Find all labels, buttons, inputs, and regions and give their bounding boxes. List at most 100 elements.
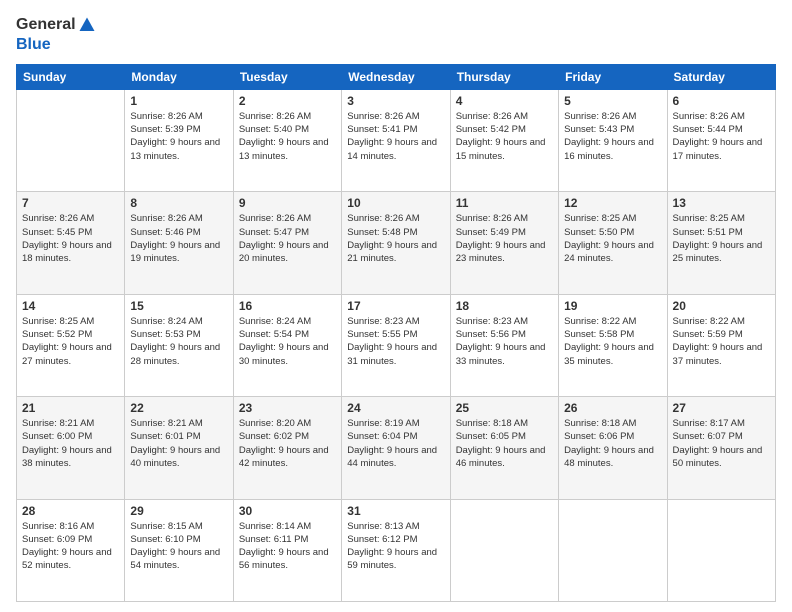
day-number: 6	[673, 94, 770, 108]
day-info: Sunrise: 8:25 AMSunset: 5:51 PMDaylight:…	[673, 212, 770, 265]
day-info: Sunrise: 8:26 AMSunset: 5:46 PMDaylight:…	[130, 212, 227, 265]
day-number: 7	[22, 196, 119, 210]
day-header-wednesday: Wednesday	[342, 64, 450, 89]
day-info: Sunrise: 8:24 AMSunset: 5:53 PMDaylight:…	[130, 315, 227, 368]
day-number: 11	[456, 196, 553, 210]
day-number: 15	[130, 299, 227, 313]
day-info: Sunrise: 8:26 AMSunset: 5:42 PMDaylight:…	[456, 110, 553, 163]
day-number: 17	[347, 299, 444, 313]
calendar-cell: 22 Sunrise: 8:21 AMSunset: 6:01 PMDaylig…	[125, 397, 233, 499]
week-row-4: 28 Sunrise: 8:16 AMSunset: 6:09 PMDaylig…	[17, 499, 776, 601]
day-number: 5	[564, 94, 661, 108]
day-info: Sunrise: 8:21 AMSunset: 6:00 PMDaylight:…	[22, 417, 119, 470]
calendar-cell	[667, 499, 775, 601]
day-number: 8	[130, 196, 227, 210]
day-number: 28	[22, 504, 119, 518]
day-info: Sunrise: 8:26 AMSunset: 5:39 PMDaylight:…	[130, 110, 227, 163]
calendar-table: SundayMondayTuesdayWednesdayThursdayFrid…	[16, 64, 776, 602]
calendar-cell: 10 Sunrise: 8:26 AMSunset: 5:48 PMDaylig…	[342, 192, 450, 294]
calendar-cell	[559, 499, 667, 601]
day-number: 12	[564, 196, 661, 210]
calendar-cell: 21 Sunrise: 8:21 AMSunset: 6:00 PMDaylig…	[17, 397, 125, 499]
calendar-cell: 14 Sunrise: 8:25 AMSunset: 5:52 PMDaylig…	[17, 294, 125, 396]
day-info: Sunrise: 8:23 AMSunset: 5:56 PMDaylight:…	[456, 315, 553, 368]
calendar-cell: 28 Sunrise: 8:16 AMSunset: 6:09 PMDaylig…	[17, 499, 125, 601]
week-row-0: 1 Sunrise: 8:26 AMSunset: 5:39 PMDayligh…	[17, 89, 776, 191]
week-row-2: 14 Sunrise: 8:25 AMSunset: 5:52 PMDaylig…	[17, 294, 776, 396]
calendar-cell: 15 Sunrise: 8:24 AMSunset: 5:53 PMDaylig…	[125, 294, 233, 396]
logo: GeneralBlue	[16, 16, 96, 54]
day-info: Sunrise: 8:22 AMSunset: 5:58 PMDaylight:…	[564, 315, 661, 368]
day-info: Sunrise: 8:26 AMSunset: 5:45 PMDaylight:…	[22, 212, 119, 265]
calendar-cell: 29 Sunrise: 8:15 AMSunset: 6:10 PMDaylig…	[125, 499, 233, 601]
day-info: Sunrise: 8:25 AMSunset: 5:52 PMDaylight:…	[22, 315, 119, 368]
day-number: 2	[239, 94, 336, 108]
calendar-cell: 27 Sunrise: 8:17 AMSunset: 6:07 PMDaylig…	[667, 397, 775, 499]
day-info: Sunrise: 8:14 AMSunset: 6:11 PMDaylight:…	[239, 520, 336, 573]
day-info: Sunrise: 8:24 AMSunset: 5:54 PMDaylight:…	[239, 315, 336, 368]
calendar-cell: 24 Sunrise: 8:19 AMSunset: 6:04 PMDaylig…	[342, 397, 450, 499]
day-number: 27	[673, 401, 770, 415]
calendar-cell: 26 Sunrise: 8:18 AMSunset: 6:06 PMDaylig…	[559, 397, 667, 499]
calendar-cell: 3 Sunrise: 8:26 AMSunset: 5:41 PMDayligh…	[342, 89, 450, 191]
day-number: 13	[673, 196, 770, 210]
day-header-friday: Friday	[559, 64, 667, 89]
week-row-1: 7 Sunrise: 8:26 AMSunset: 5:45 PMDayligh…	[17, 192, 776, 294]
calendar-cell: 17 Sunrise: 8:23 AMSunset: 5:55 PMDaylig…	[342, 294, 450, 396]
calendar-cell: 12 Sunrise: 8:25 AMSunset: 5:50 PMDaylig…	[559, 192, 667, 294]
day-header-thursday: Thursday	[450, 64, 558, 89]
day-number: 14	[22, 299, 119, 313]
header-row: SundayMondayTuesdayWednesdayThursdayFrid…	[17, 64, 776, 89]
day-number: 24	[347, 401, 444, 415]
calendar-cell: 18 Sunrise: 8:23 AMSunset: 5:56 PMDaylig…	[450, 294, 558, 396]
calendar-cell: 31 Sunrise: 8:13 AMSunset: 6:12 PMDaylig…	[342, 499, 450, 601]
calendar-cell: 8 Sunrise: 8:26 AMSunset: 5:46 PMDayligh…	[125, 192, 233, 294]
day-number: 10	[347, 196, 444, 210]
day-info: Sunrise: 8:17 AMSunset: 6:07 PMDaylight:…	[673, 417, 770, 470]
calendar-cell: 13 Sunrise: 8:25 AMSunset: 5:51 PMDaylig…	[667, 192, 775, 294]
calendar-cell: 1 Sunrise: 8:26 AMSunset: 5:39 PMDayligh…	[125, 89, 233, 191]
week-row-3: 21 Sunrise: 8:21 AMSunset: 6:00 PMDaylig…	[17, 397, 776, 499]
calendar-cell: 23 Sunrise: 8:20 AMSunset: 6:02 PMDaylig…	[233, 397, 341, 499]
day-info: Sunrise: 8:20 AMSunset: 6:02 PMDaylight:…	[239, 417, 336, 470]
day-info: Sunrise: 8:26 AMSunset: 5:44 PMDaylight:…	[673, 110, 770, 163]
day-number: 26	[564, 401, 661, 415]
day-header-saturday: Saturday	[667, 64, 775, 89]
day-number: 31	[347, 504, 444, 518]
calendar-cell: 25 Sunrise: 8:18 AMSunset: 6:05 PMDaylig…	[450, 397, 558, 499]
day-number: 1	[130, 94, 227, 108]
day-number: 30	[239, 504, 336, 518]
calendar-cell: 9 Sunrise: 8:26 AMSunset: 5:47 PMDayligh…	[233, 192, 341, 294]
day-info: Sunrise: 8:16 AMSunset: 6:09 PMDaylight:…	[22, 520, 119, 573]
day-number: 23	[239, 401, 336, 415]
calendar-cell: 11 Sunrise: 8:26 AMSunset: 5:49 PMDaylig…	[450, 192, 558, 294]
calendar-cell	[450, 499, 558, 601]
header: GeneralBlue	[16, 16, 776, 54]
day-info: Sunrise: 8:19 AMSunset: 6:04 PMDaylight:…	[347, 417, 444, 470]
day-number: 19	[564, 299, 661, 313]
day-number: 21	[22, 401, 119, 415]
day-number: 29	[130, 504, 227, 518]
day-info: Sunrise: 8:26 AMSunset: 5:47 PMDaylight:…	[239, 212, 336, 265]
calendar-cell: 4 Sunrise: 8:26 AMSunset: 5:42 PMDayligh…	[450, 89, 558, 191]
calendar-cell: 2 Sunrise: 8:26 AMSunset: 5:40 PMDayligh…	[233, 89, 341, 191]
day-number: 18	[456, 299, 553, 313]
day-info: Sunrise: 8:18 AMSunset: 6:05 PMDaylight:…	[456, 417, 553, 470]
day-info: Sunrise: 8:21 AMSunset: 6:01 PMDaylight:…	[130, 417, 227, 470]
calendar-cell: 5 Sunrise: 8:26 AMSunset: 5:43 PMDayligh…	[559, 89, 667, 191]
day-info: Sunrise: 8:18 AMSunset: 6:06 PMDaylight:…	[564, 417, 661, 470]
day-info: Sunrise: 8:23 AMSunset: 5:55 PMDaylight:…	[347, 315, 444, 368]
day-info: Sunrise: 8:26 AMSunset: 5:43 PMDaylight:…	[564, 110, 661, 163]
day-number: 9	[239, 196, 336, 210]
page: GeneralBlue SundayMondayTuesdayWednesday…	[0, 0, 792, 612]
day-info: Sunrise: 8:26 AMSunset: 5:49 PMDaylight:…	[456, 212, 553, 265]
day-info: Sunrise: 8:25 AMSunset: 5:50 PMDaylight:…	[564, 212, 661, 265]
calendar-cell: 16 Sunrise: 8:24 AMSunset: 5:54 PMDaylig…	[233, 294, 341, 396]
day-info: Sunrise: 8:26 AMSunset: 5:41 PMDaylight:…	[347, 110, 444, 163]
day-header-tuesday: Tuesday	[233, 64, 341, 89]
calendar-cell	[17, 89, 125, 191]
day-info: Sunrise: 8:13 AMSunset: 6:12 PMDaylight:…	[347, 520, 444, 573]
day-number: 4	[456, 94, 553, 108]
day-info: Sunrise: 8:15 AMSunset: 6:10 PMDaylight:…	[130, 520, 227, 573]
calendar-cell: 7 Sunrise: 8:26 AMSunset: 5:45 PMDayligh…	[17, 192, 125, 294]
